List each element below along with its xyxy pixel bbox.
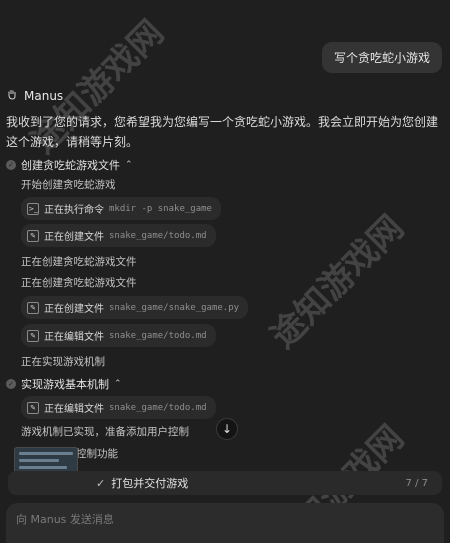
action-chip[interactable]: ✎ 正在创建文件 snake_game/snake_game.py [21,296,249,319]
step-subtext: 开始创建贪吃蛇游戏 [21,179,116,191]
terminal-icon: >_ [27,202,39,215]
step-note: 正在创建贪吃蛇游戏文件 [21,256,137,268]
step-note: 游戏机制已实现，准备添加用户控制 [21,426,189,438]
check-icon: ✓ [6,379,16,389]
watermark: 途知游戏网 [263,207,412,357]
step-header[interactable]: ✓ 实现游戏基本机制 ⌃ [6,376,122,392]
edit-file-icon: ✎ [27,401,39,414]
action-label: 正在创建文件 [44,232,104,243]
current-task-label: 打包并交付游戏 [111,477,189,490]
action-detail: snake_game/todo.md [109,230,207,241]
action-label: 正在编辑文件 [44,404,104,415]
action-chip[interactable]: ✎ 正在编辑文件 snake_game/todo.md [21,396,216,419]
action-chip[interactable]: ✎ 正在编辑文件 snake_game/todo.md [21,324,216,347]
task-progress-panel[interactable]: ✓ 打包并交付游戏 7 / 7 [8,471,442,495]
message-input[interactable] [16,513,316,526]
step-header[interactable]: ✓ 创建贪吃蛇游戏文件 ⌃ [6,157,133,173]
step-note: 正在创建贪吃蛇游戏文件 [21,277,137,289]
action-label: 正在编辑文件 [44,332,104,343]
action-detail: snake_game/todo.md [109,402,207,413]
action-chip[interactable]: >_ 正在执行命令 mkdir -p snake_game [21,197,221,220]
hand-icon [6,88,18,103]
action-label: 正在执行命令 [44,205,104,216]
chevron-up-icon: ⌃ [125,160,133,170]
check-icon: ✓ [6,160,16,170]
step-title: 实现游戏基本机制 [21,378,109,391]
check-icon: ✓ [96,476,106,490]
user-message-bubble: 写个贪吃蛇小游戏 [321,42,442,73]
agent-name: Manus [24,88,64,103]
action-label: 正在创建文件 [44,304,104,315]
edit-file-icon: ✎ [27,301,39,314]
edit-file-icon: ✎ [27,329,39,342]
progress-count: 7 / 7 [405,477,428,489]
action-chip[interactable]: ✎ 正在创建文件 snake_game/todo.md [21,224,216,247]
chevron-up-icon: ⌃ [114,379,122,389]
step-note: 正在实现游戏机制 [21,356,105,368]
action-detail: snake_game/snake_game.py [109,302,240,313]
step-title: 创建贪吃蛇游戏文件 [21,159,120,172]
action-detail: snake_game/todo.md [109,330,207,341]
scroll-down-button[interactable]: ↓ [216,418,238,440]
message-composer [6,503,444,543]
agent-header: Manus [6,88,63,103]
agent-intro-text: 我收到了您的请求，您希望我为您编写一个贪吃蛇小游戏。我会立即开始为您创建这个游戏… [6,115,439,149]
arrow-down-icon: ↓ [221,422,233,436]
edit-file-icon: ✎ [27,229,39,242]
action-detail: mkdir -p snake_game [109,203,212,214]
step-note-partial: 控制功能 [76,448,118,460]
